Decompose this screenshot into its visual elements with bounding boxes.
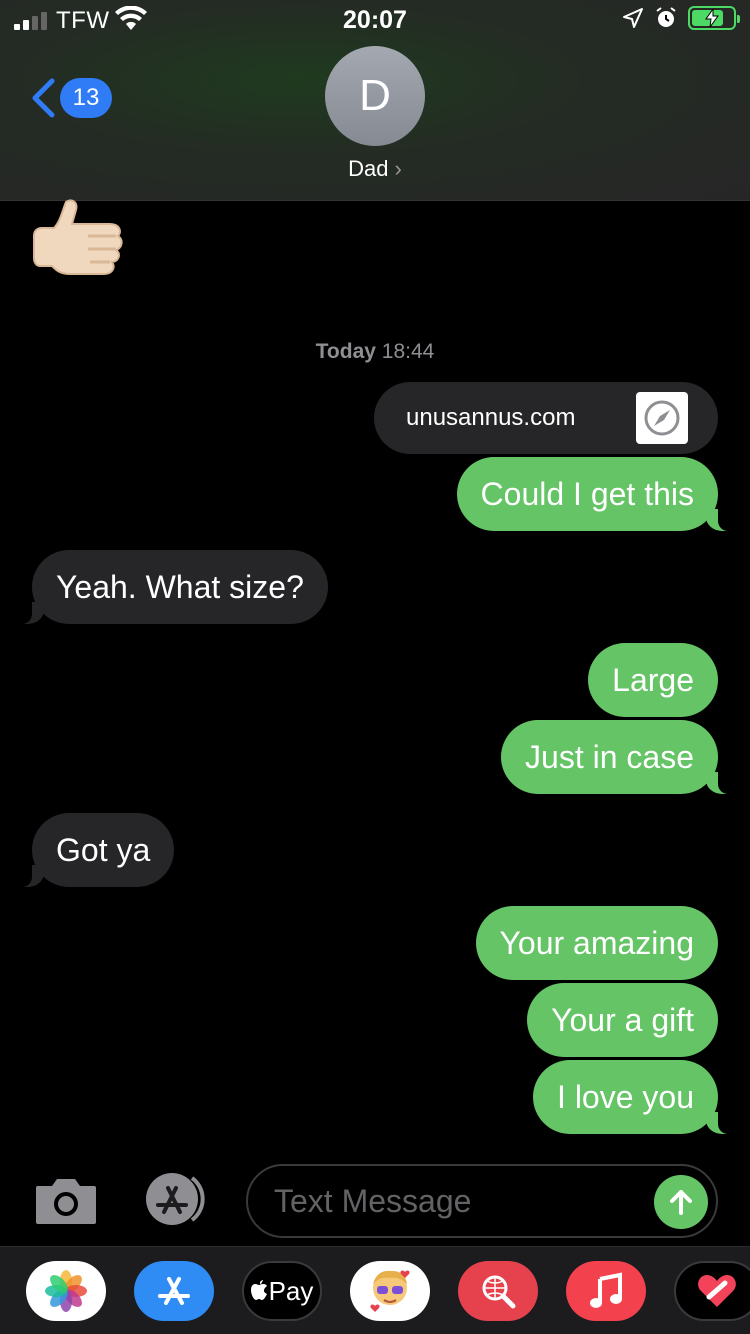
music-icon bbox=[590, 1272, 622, 1308]
app-store-icon bbox=[158, 1277, 190, 1305]
imessage-app-drawer: Pay bbox=[0, 1246, 750, 1334]
memoji-app-button[interactable] bbox=[350, 1261, 430, 1321]
sent-message-bubble[interactable]: Just in case bbox=[501, 720, 738, 794]
thumbs-up-emoji bbox=[33, 199, 123, 275]
apple-pay-icon bbox=[250, 1280, 267, 1300]
apple-pay-app-button[interactable]: Pay bbox=[242, 1261, 322, 1321]
camera-icon[interactable] bbox=[34, 1176, 98, 1226]
sent-message-bubble[interactable]: I love you bbox=[533, 1060, 738, 1134]
photos-app-button[interactable] bbox=[26, 1261, 106, 1321]
link-url: unusannus.com bbox=[406, 404, 576, 431]
send-button[interactable] bbox=[654, 1175, 708, 1229]
contact-avatar[interactable]: D bbox=[325, 46, 425, 146]
unread-count-badge: 13 bbox=[60, 78, 112, 118]
conversation-header: TFW 20:07 13 D Dad › bbox=[0, 0, 750, 201]
app-store-apps-icon[interactable] bbox=[140, 1172, 212, 1226]
sent-message-bubble[interactable]: Could I get this bbox=[456, 457, 739, 531]
chevron-left-icon bbox=[32, 78, 55, 118]
photos-icon bbox=[45, 1270, 87, 1312]
link-preview[interactable]: unusannus.com bbox=[374, 382, 718, 454]
memoji-icon bbox=[370, 1270, 410, 1312]
contact-name: Dad bbox=[348, 156, 389, 181]
compose-bar bbox=[0, 1160, 750, 1246]
contact-name-button[interactable]: Dad › bbox=[0, 156, 750, 182]
received-message-bubble[interactable]: Yeah. What size? bbox=[12, 550, 328, 624]
sent-message-bubble[interactable]: Large bbox=[588, 643, 718, 717]
message-input[interactable] bbox=[274, 1182, 634, 1220]
safari-compass-icon bbox=[636, 392, 688, 444]
sent-message-bubble[interactable]: Your a gift bbox=[527, 983, 718, 1057]
app-store-app-button[interactable] bbox=[134, 1261, 214, 1321]
received-message-bubble[interactable]: Got ya bbox=[11, 813, 175, 887]
web-search-icon bbox=[482, 1275, 516, 1309]
sent-message-bubble[interactable]: Your amazing bbox=[475, 906, 718, 980]
message-timestamp: Today 18:44 bbox=[315, 340, 435, 363]
web-search-app-button[interactable] bbox=[458, 1261, 538, 1321]
digital-touch-app-button[interactable] bbox=[674, 1261, 750, 1321]
status-bar: TFW 20:07 bbox=[0, 0, 750, 40]
arrow-up-icon bbox=[670, 1190, 692, 1215]
music-app-button[interactable] bbox=[566, 1261, 646, 1321]
battery-icon bbox=[688, 6, 740, 30]
digital-touch-icon bbox=[698, 1275, 736, 1307]
chevron-right-icon: › bbox=[394, 156, 402, 181]
apple-pay-label: Pay bbox=[268, 1275, 314, 1306]
back-button[interactable]: 13 bbox=[30, 78, 112, 118]
alarm-icon bbox=[656, 7, 676, 27]
location-icon bbox=[623, 8, 643, 28]
message-input-field[interactable] bbox=[246, 1164, 718, 1238]
